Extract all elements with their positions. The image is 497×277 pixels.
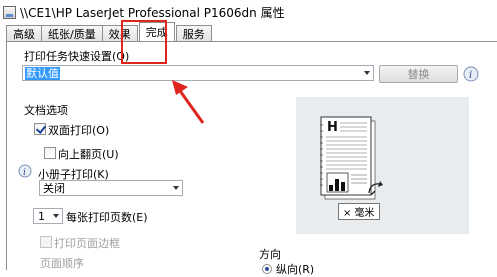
save-preset-button[interactable]: 替换 (379, 65, 458, 83)
portrait-radio[interactable] (262, 264, 272, 274)
svg-text:i: i (23, 168, 26, 178)
pages-per-sheet-label: 每张打印页数(E) (66, 211, 148, 224)
duplex-label: 双面打印(O) (48, 124, 110, 137)
svg-text:H: H (327, 120, 338, 135)
window-title: \\CE1\HP LaserJet Professional P1606dn 属… (20, 5, 285, 20)
tab-services[interactable]: 服务 (175, 25, 212, 41)
tab-advanced[interactable]: 高级 (6, 25, 42, 41)
duplex-checkbox[interactable] (34, 123, 46, 135)
portrait-label: 纵向(R) (276, 263, 315, 276)
print-page-borders-checkbox[interactable] (40, 236, 52, 248)
annotation-arrow (172, 80, 205, 124)
pages-per-sheet-value: 1 (38, 209, 45, 223)
document-options-label: 文档选项 (24, 104, 68, 117)
svg-text:i: i (469, 70, 472, 81)
booklet-value: 关闭 (43, 182, 65, 195)
chevron-down-icon[interactable] (53, 214, 59, 218)
printer-icon (3, 5, 16, 19)
booklet-combobox[interactable]: 关闭 (39, 180, 183, 196)
annotation-highlight-box (121, 20, 167, 64)
flip-pages-up-label: 向上翻页(U) (58, 148, 119, 161)
print-page-borders-label: 打印页面边框 (54, 237, 120, 250)
chevron-down-icon[interactable] (173, 186, 179, 190)
pages-per-sheet-combobox[interactable]: 1 (33, 208, 63, 224)
chevron-down-icon[interactable] (364, 71, 370, 75)
presets-value: 默认值 (25, 66, 60, 80)
tab-paper-quality[interactable]: 纸张/质量 (41, 25, 103, 41)
info-icon[interactable]: i (463, 66, 479, 82)
page-order-label: 页面顺序 (40, 257, 84, 270)
info-icon[interactable]: i (18, 164, 32, 178)
orientation-label: 方向 (259, 248, 281, 261)
page-preview-panel: H × 毫米 (296, 97, 469, 234)
duplex-flip-icon (368, 181, 383, 196)
tab-strip: 高级 纸张/质量 效果 完成 服务 (0, 22, 497, 41)
window-titlebar: \\CE1\HP LaserJet Professional P1606dn 属… (0, 0, 497, 24)
presets-label: 打印任务快速设置(Q) (24, 50, 130, 63)
flip-pages-up-checkbox[interactable] (44, 147, 56, 159)
paper-size-label: × 毫米 (338, 203, 380, 220)
